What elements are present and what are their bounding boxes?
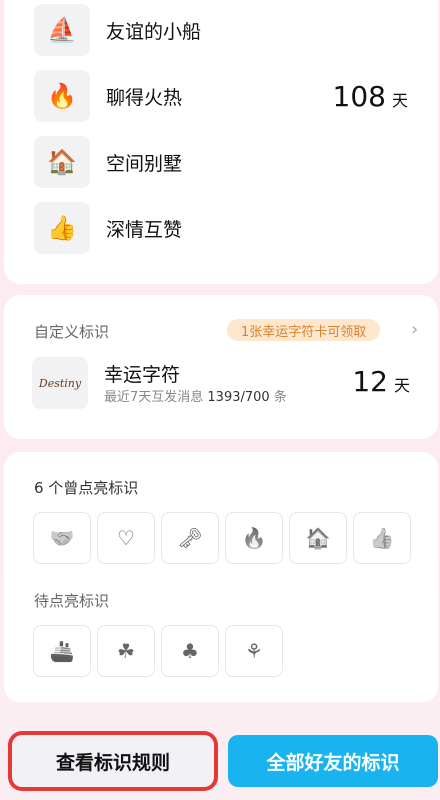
thumbs-up-icon[interactable]: 👍 — [353, 512, 411, 564]
clover-small-icon[interactable]: ♣ — [161, 625, 219, 677]
days-number: 108 — [332, 79, 386, 113]
house-icon[interactable]: 🏠 — [289, 512, 347, 564]
all-friends-marks-button[interactable]: 全部好友的标识 — [228, 735, 438, 787]
key-icon[interactable]: 🗝 — [161, 512, 219, 564]
mark-label: 空间别墅 — [106, 152, 183, 175]
marks-card: ⛵ 友谊的小船 🔥 聊得火热 108 天 🏠 空间别墅 👍 深情互赞 — [4, 0, 438, 284]
sprout-icon[interactable]: ⚘ — [225, 625, 283, 677]
days-unit: 天 — [391, 90, 408, 110]
days-number: 12 — [352, 365, 388, 398]
lucky-days: 12 天 — [352, 365, 410, 398]
custom-section-label: 自定义标识 — [34, 323, 110, 341]
pending-label: 待点亮标识 — [34, 592, 110, 610]
fire-icon: 🔥 — [34, 70, 90, 122]
ship-icon[interactable]: 🚢 — [33, 625, 91, 677]
mark-label: 深情互赞 — [106, 218, 183, 241]
lit-count-label: 6 个曾点亮标识 — [34, 479, 139, 497]
heart-icon[interactable]: ♡ — [97, 512, 155, 564]
boat-icon: ⛵ — [34, 4, 90, 56]
chevron-right-icon[interactable]: › — [411, 319, 418, 340]
mark-row-fire[interactable]: 🔥 聊得火热 108 天 — [4, 67, 438, 125]
clover-icon[interactable]: ☘ — [97, 625, 155, 677]
mark-days: 108 天 — [333, 80, 408, 113]
lucky-subtitle: 最近7天互发消息 1393/700 条 — [104, 390, 287, 405]
mark-row-boat[interactable]: ⛵ 友谊的小船 — [4, 1, 438, 59]
days-unit: 天 — [393, 376, 410, 395]
view-rules-button[interactable]: 查看标识规则 — [12, 735, 214, 787]
heart-hands-icon[interactable]: 🤝 — [33, 512, 91, 564]
lucky-card-badge[interactable]: 1张幸运字符卡可领取 — [227, 319, 381, 341]
flame-icon[interactable]: 🔥 — [225, 512, 283, 564]
lucky-title: 幸运字符 — [104, 364, 181, 386]
mark-label: 友谊的小船 — [106, 20, 202, 43]
villa-icon: 🏠 — [34, 136, 90, 188]
destiny-icon: Destiny — [32, 357, 88, 409]
mark-label: 聊得火热 — [106, 86, 183, 109]
mark-row-villa[interactable]: 🏠 空间别墅 — [4, 133, 438, 191]
thumbs-up-icon: 👍 — [34, 202, 90, 254]
mark-row-thumbs[interactable]: 👍 深情互赞 — [4, 199, 438, 257]
